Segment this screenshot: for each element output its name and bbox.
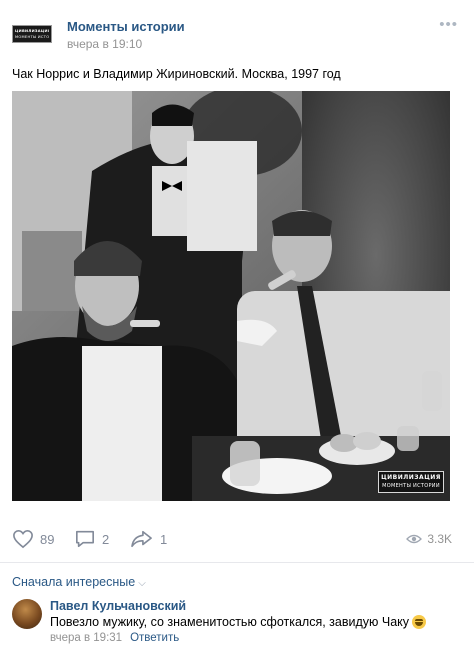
photo-illustration	[12, 91, 450, 501]
views-counter: 3.3K	[406, 528, 452, 550]
share-icon	[131, 530, 152, 548]
group-avatar-line-2: МОМЕНТЫ ИСТОРИИ	[15, 35, 49, 39]
divider	[0, 562, 474, 563]
comment-button[interactable]: 2	[74, 528, 109, 550]
heart-icon	[13, 529, 33, 549]
comment-item: Павел Кульчановский Повезло мужику, со з…	[12, 596, 462, 646]
eye-icon	[406, 534, 423, 544]
comments-sort-label: Сначала интересные	[12, 575, 136, 589]
group-name-link[interactable]: Моменты истории	[67, 19, 185, 34]
group-avatar[interactable]: ЦИВИЛИЗАЦИЯ МОМЕНТЫ ИСТОРИИ	[12, 25, 52, 43]
group-avatar-line-1: ЦИВИЛИЗАЦИЯ	[15, 29, 49, 33]
comment-text-row: Повезло мужику, со знаменитостью сфоткал…	[50, 615, 427, 629]
views-count: 3.3K	[427, 532, 452, 546]
comment-timestamp[interactable]: вчера в 19:31	[50, 632, 122, 644]
commenter-avatar[interactable]	[12, 599, 42, 629]
shares-count: 1	[160, 531, 168, 547]
photo-watermark-line-2: МОМЕНТЫ ИСТОРИИ	[382, 483, 440, 489]
post-photo[interactable]: ЦИВИЛИЗАЦИЯ МОМЕНТЫ ИСТОРИИ	[12, 91, 450, 501]
comments-sort-toggle[interactable]: Сначала интересные ⌵	[12, 575, 146, 589]
post-header: ЦИВИЛИЗАЦИЯ МОМЕНТЫ ИСТОРИИ Моменты исто…	[12, 16, 462, 52]
like-button[interactable]: 89	[12, 528, 54, 550]
reply-button[interactable]: Ответить	[130, 632, 179, 644]
comment-meta: вчера в 19:31 Ответить	[50, 632, 179, 644]
chevron-down-icon: ⌵	[138, 578, 146, 589]
likes-count: 89	[40, 531, 55, 547]
comment-text: Повезло мужику, со знаменитостью сфоткал…	[50, 615, 410, 629]
grinning-face-emoji	[412, 615, 427, 629]
comments-count: 2	[102, 531, 110, 547]
post-timestamp[interactable]: вчера в 19:10	[67, 37, 142, 51]
comment-author[interactable]: Павел Кульчановский	[50, 599, 186, 613]
photo-watermark-line-1: ЦИВИЛИЗАЦИЯ	[381, 474, 441, 481]
post-text: Чак Норрис и Владимир Жириновский. Москв…	[12, 67, 341, 81]
photo-watermark: ЦИВИЛИЗАЦИЯ МОМЕНТЫ ИСТОРИИ	[378, 471, 444, 493]
share-button[interactable]: 1	[130, 528, 167, 550]
post-actions-bar: 89 2 1 3.3K	[12, 528, 462, 550]
more-dots-icon[interactable]: •••	[439, 16, 458, 33]
comment-icon	[76, 530, 94, 548]
